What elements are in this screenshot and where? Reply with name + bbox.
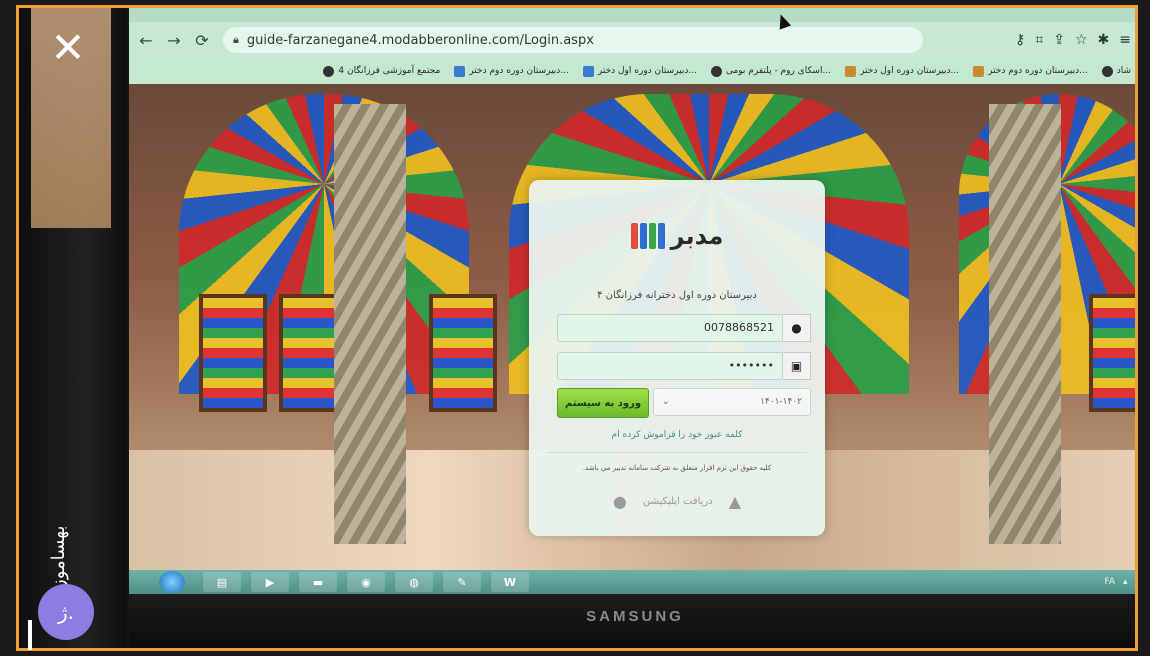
url-text: guide-farzanegane4.modabberonline.com/Lo… [246, 32, 594, 48]
address-bar[interactable]: 🔒︎ guide-farzanegane4.modabberonline.com… [223, 27, 923, 53]
browser-toolbar: ← → ⟳ 🔒︎ guide-farzanegane4.modabberonli… [129, 22, 1135, 58]
password-field[interactable]: ••••••• ▣ [557, 352, 811, 380]
monitor-bezel-bottom: SAMSUNG [129, 594, 1135, 648]
bookmark-item[interactable]: دبیرستان دوره دوم دختر... [973, 65, 1088, 77]
app-download-row: ● دریافت اپلیکیشن ▲ [529, 492, 825, 511]
lock-icon: 🔒︎ [233, 33, 239, 46]
year-value: ۱۴۰۱-۱۴۰۲ [760, 397, 802, 407]
language-indicator[interactable]: FA [1105, 577, 1116, 587]
terminal-task-icon[interactable]: ▬ [299, 572, 337, 592]
modabber-icon [582, 65, 594, 77]
avatar[interactable]: ژ. [38, 584, 94, 640]
username-field[interactable]: 0078868521 ● [557, 314, 811, 342]
network-icon[interactable]: ▦ [1136, 577, 1138, 587]
login-row: ورود به سیستم ⌄ ۱۴۰۱-۱۴۰۲ [557, 388, 811, 418]
bookmark-item[interactable]: مجتمع آموزشی فرزانگان 4 [323, 65, 440, 77]
apple-icon[interactable]: ● [613, 492, 627, 511]
progress-handle [28, 620, 32, 650]
folder-icon [973, 65, 985, 77]
forgot-password-link[interactable]: کلمه عبور خود را فراموش کرده ام [529, 430, 825, 440]
menu-icon[interactable]: ≡ [1119, 32, 1131, 48]
pillar [989, 104, 1061, 544]
folder-icon [845, 65, 857, 77]
system-tray: FA ▴ ▦ ◀ [1105, 577, 1138, 587]
skyroom-icon [710, 65, 722, 77]
chrome-task-icon[interactable]: ◉ [347, 572, 385, 592]
key-icon[interactable]: ⚷ [1015, 32, 1025, 48]
media-player-task-icon[interactable]: ▶ [251, 572, 289, 592]
bookmark-item[interactable]: دبیرستان دوره اول دختر... [582, 65, 697, 77]
login-card: مدبر دبیرستان دوره اول دخترانه فرزانگان … [529, 180, 825, 536]
bookmark-item[interactable]: شاد [1101, 65, 1131, 77]
globe-icon [1101, 65, 1113, 77]
toolbar-icons: ⚷ ⌗ ⇪ ☆ ✱ ≡ [1015, 32, 1135, 48]
globe-icon [323, 65, 335, 77]
android-icon[interactable]: ▲ [729, 492, 741, 511]
watermark: بهساموز [48, 525, 69, 588]
firefox-task-icon[interactable]: ◍ [395, 572, 433, 592]
app-name: مدبر [670, 222, 724, 250]
password-input[interactable]: ••••••• [557, 352, 783, 380]
word-task-icon[interactable]: W [491, 572, 529, 592]
bookmark-item[interactable]: دبیرستان دوره دوم دختر... [454, 65, 569, 77]
login-button[interactable]: ورود به سیستم [557, 388, 649, 418]
padlock-icon: ▣ [783, 352, 811, 380]
reload-icon[interactable]: ⟳ [191, 29, 213, 51]
stained-glass-window [1089, 294, 1135, 412]
school-name: دبیرستان دوره اول دخترانه فرزانگان ۴ [597, 290, 757, 301]
app-logo: مدبر [529, 222, 825, 250]
forward-arrow-icon[interactable]: → [163, 29, 185, 51]
bookmark-item[interactable]: اسکای روم - پلتفرم بومی... [710, 65, 831, 77]
windows-taskbar: ▤ ▶ ▬ ◉ ◍ ✎ W FA ▴ ▦ ◀ [129, 570, 1138, 594]
share-icon[interactable]: ⇪ [1053, 32, 1065, 48]
copyright-text: کلیه حقوق این نرم افزار متعلق به شرکت سا… [582, 464, 772, 472]
divider [547, 452, 807, 453]
user-icon: ● [783, 314, 811, 342]
browser-tabstrip [129, 8, 1135, 22]
bookmarks-bar: شاد دبیرستان دوره دوم دختر... دبیرستان د… [129, 58, 1135, 84]
back-arrow-icon[interactable]: ← [135, 29, 157, 51]
close-icon[interactable]: ✕ [48, 27, 88, 70]
year-select[interactable]: ⌄ ۱۴۰۱-۱۴۰۲ [653, 388, 811, 416]
stained-glass-window [199, 294, 267, 412]
username-input[interactable]: 0078868521 [557, 314, 783, 342]
modabber-icon [454, 65, 466, 77]
monitor-screen: ← → ⟳ 🔒︎ guide-farzanegane4.modabberonli… [129, 8, 1138, 594]
chevron-down-icon: ⌄ [662, 397, 670, 407]
translate-icon[interactable]: ⌗ [1035, 32, 1043, 48]
monitor-brand: SAMSUNG [586, 608, 684, 625]
paint-task-icon[interactable]: ✎ [443, 572, 481, 592]
tray-arrow-icon[interactable]: ▴ [1123, 577, 1128, 587]
books-icon [630, 223, 665, 249]
stained-glass-window [429, 294, 497, 412]
app-download-label[interactable]: دریافت اپلیکیشن [643, 496, 713, 507]
explorer-task-icon[interactable]: ▤ [203, 572, 241, 592]
extensions-icon[interactable]: ✱ [1098, 32, 1110, 48]
pillar [334, 104, 406, 544]
bookmark-item[interactable]: دبیرستان دوره اول دختر... [845, 65, 959, 77]
star-icon[interactable]: ☆ [1075, 32, 1088, 48]
start-button[interactable] [159, 571, 185, 593]
photo-frame: ← → ⟳ 🔒︎ guide-farzanegane4.modabberonli… [16, 5, 1138, 651]
